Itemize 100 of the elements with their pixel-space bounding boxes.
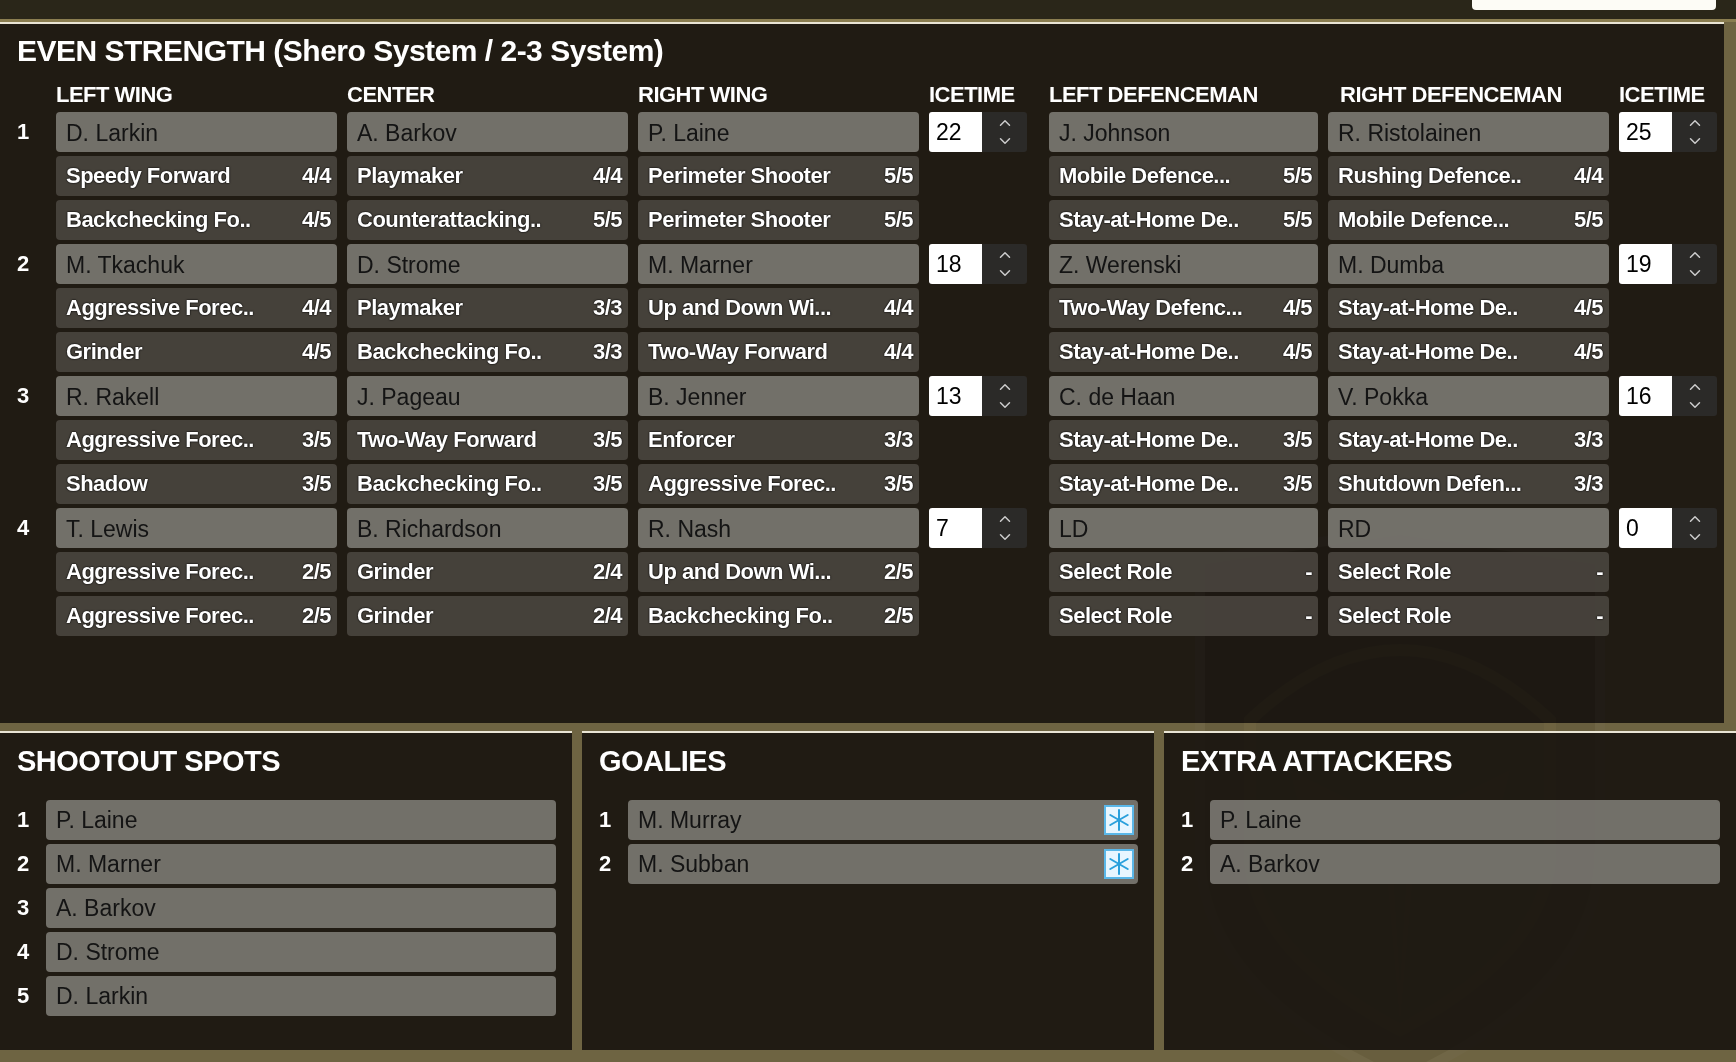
role-name: Grinder (66, 339, 142, 366)
role-rating: 5/5 (1573, 207, 1603, 234)
player-name-cell[interactable]: J. Johnson (1049, 112, 1318, 152)
role-name: Stay-at-Home De.. (1059, 427, 1239, 454)
role-name: Enforcer (648, 427, 735, 454)
role-cell[interactable]: Aggressive Forec.. 3/5 (638, 464, 919, 504)
role-cell[interactable]: Stay-at-Home De.. 3/3 (1328, 420, 1609, 460)
player-name-cell[interactable]: D. Larkin (56, 112, 337, 152)
role-cell[interactable]: Mobile Defence... 5/5 (1328, 200, 1609, 240)
role-rating: 3/3 (592, 295, 622, 322)
role-cell[interactable]: Select Role - (1328, 552, 1609, 592)
icetime-field[interactable]: 25 (1619, 112, 1672, 152)
role-cell[interactable]: Stay-at-Home De.. 5/5 (1049, 200, 1318, 240)
role-rating: 4/4 (1573, 163, 1603, 190)
role-cell[interactable]: Aggressive Forec.. 3/5 (56, 420, 337, 460)
role-cell[interactable]: Aggressive Forec.. 2/5 (56, 596, 337, 636)
role-cell[interactable]: Perimeter Shooter 5/5 (638, 156, 919, 196)
icetime-field[interactable]: 19 (1619, 244, 1672, 284)
player-name-cell[interactable]: Z. Werenski (1049, 244, 1318, 284)
player-name-cell[interactable]: J. Pageau (347, 376, 628, 416)
spinner-control[interactable] (982, 376, 1027, 416)
goalie-name: M. Murray (638, 806, 742, 834)
icetime-field[interactable]: 13 (929, 376, 982, 416)
role-cell[interactable]: Select Role - (1049, 596, 1318, 636)
role-cell[interactable]: Up and Down Wi... 2/5 (638, 552, 919, 592)
role-cell[interactable]: Rushing Defence.. 4/4 (1328, 156, 1609, 196)
role-name: Mobile Defence... (1338, 207, 1510, 234)
role-name: Backchecking Fo.. (357, 339, 542, 366)
player-name-cell[interactable]: B. Jenner (638, 376, 919, 416)
role-cell[interactable]: Two-Way Forward 4/4 (638, 332, 919, 372)
icetime-field[interactable]: 0 (1619, 508, 1672, 548)
role-cell[interactable]: Playmaker 4/4 (347, 156, 628, 196)
role-cell[interactable]: Stay-at-Home De.. 4/5 (1049, 332, 1318, 372)
icetime-field[interactable]: 16 (1619, 376, 1672, 416)
role-cell[interactable]: Two-Way Defenc... 4/5 (1049, 288, 1318, 328)
player-name-cell[interactable]: M. Tkachuk (56, 244, 337, 284)
role-cell[interactable]: Backchecking Fo.. 4/5 (56, 200, 337, 240)
role-rating: 3/5 (301, 427, 331, 454)
goalie-cell[interactable]: M. Subban (628, 844, 1138, 884)
player-name-cell[interactable]: R. Nash (638, 508, 919, 548)
player-name-cell[interactable]: D. Strome (347, 244, 628, 284)
spinner-control[interactable] (1672, 376, 1717, 416)
role-cell[interactable]: Stay-at-Home De.. 4/5 (1328, 332, 1609, 372)
role-cell[interactable]: Grinder 2/4 (347, 596, 628, 636)
icetime-field[interactable]: 22 (929, 112, 982, 152)
role-cell[interactable]: Enforcer 3/3 (638, 420, 919, 460)
role-cell[interactable]: Stay-at-Home De.. 4/5 (1328, 288, 1609, 328)
snowflake-icon[interactable] (1104, 805, 1134, 835)
player-name-cell[interactable]: A. Barkov (46, 888, 556, 928)
role-cell[interactable]: Backchecking Fo.. 3/5 (347, 464, 628, 504)
role-cell[interactable]: Up and Down Wi... 4/4 (638, 288, 919, 328)
role-cell[interactable]: Playmaker 3/3 (347, 288, 628, 328)
snowflake-icon[interactable] (1104, 849, 1134, 879)
player-name-cell[interactable]: D. Larkin (46, 976, 556, 1016)
role-cell[interactable]: Shadow 3/5 (56, 464, 337, 504)
role-cell[interactable]: Perimeter Shooter 5/5 (638, 200, 919, 240)
spinner-control[interactable] (1672, 244, 1717, 284)
goalie-cell[interactable]: M. Murray (628, 800, 1138, 840)
player-name-cell[interactable]: T. Lewis (56, 508, 337, 548)
role-cell[interactable]: Stay-at-Home De.. 3/5 (1049, 464, 1318, 504)
player-name-cell[interactable]: P. Laine (638, 112, 919, 152)
role-cell[interactable]: Aggressive Forec.. 2/5 (56, 552, 337, 592)
role-cell[interactable]: Two-Way Forward 3/5 (347, 420, 628, 460)
spinner-control[interactable] (982, 244, 1027, 284)
player-name-cell[interactable]: RD (1328, 508, 1609, 548)
icetime-field[interactable]: 18 (929, 244, 982, 284)
role-cell[interactable]: Stay-at-Home De.. 3/5 (1049, 420, 1318, 460)
spinner-control[interactable] (1672, 508, 1717, 548)
role-cell[interactable]: Select Role - (1328, 596, 1609, 636)
column-header: ICETIME (929, 82, 1016, 108)
player-name-cell[interactable]: C. de Haan (1049, 376, 1318, 416)
player-name-cell[interactable]: V. Pokka (1328, 376, 1609, 416)
player-name-cell[interactable]: M. Dumba (1328, 244, 1609, 284)
role-cell[interactable]: Select Role - (1049, 552, 1318, 592)
player-name-cell[interactable]: M. Marner (638, 244, 919, 284)
role-cell[interactable]: Speedy Forward 4/4 (56, 156, 337, 196)
spinner-control[interactable] (982, 112, 1027, 152)
player-name-cell[interactable]: B. Richardson (347, 508, 628, 548)
player-name-cell[interactable]: M. Marner (46, 844, 556, 884)
role-cell[interactable]: Backchecking Fo.. 3/3 (347, 332, 628, 372)
role-cell[interactable]: Mobile Defence... 5/5 (1049, 156, 1318, 196)
player-name-cell[interactable]: R. Ristolainen (1328, 112, 1609, 152)
role-cell[interactable]: Aggressive Forec.. 4/4 (56, 288, 337, 328)
player-name-cell[interactable]: P. Laine (1210, 800, 1720, 840)
role-rating: 5/5 (592, 207, 622, 234)
role-cell[interactable]: Grinder 4/5 (56, 332, 337, 372)
icetime-field[interactable]: 7 (929, 508, 982, 548)
player-name-cell[interactable]: LD (1049, 508, 1318, 548)
player-name-cell[interactable]: D. Strome (46, 932, 556, 972)
role-cell[interactable]: Grinder 2/4 (347, 552, 628, 592)
spinner-control[interactable] (1672, 112, 1717, 152)
role-cell[interactable]: Shutdown Defen... 3/3 (1328, 464, 1609, 504)
player-name-cell[interactable]: A. Barkov (347, 112, 628, 152)
role-name: Grinder (357, 559, 433, 586)
spinner-control[interactable] (982, 508, 1027, 548)
player-name-cell[interactable]: R. Rakell (56, 376, 337, 416)
player-name-cell[interactable]: A. Barkov (1210, 844, 1720, 884)
role-cell[interactable]: Counterattacking.. 5/5 (347, 200, 628, 240)
player-name-cell[interactable]: P. Laine (46, 800, 556, 840)
role-cell[interactable]: Backchecking Fo.. 2/5 (638, 596, 919, 636)
